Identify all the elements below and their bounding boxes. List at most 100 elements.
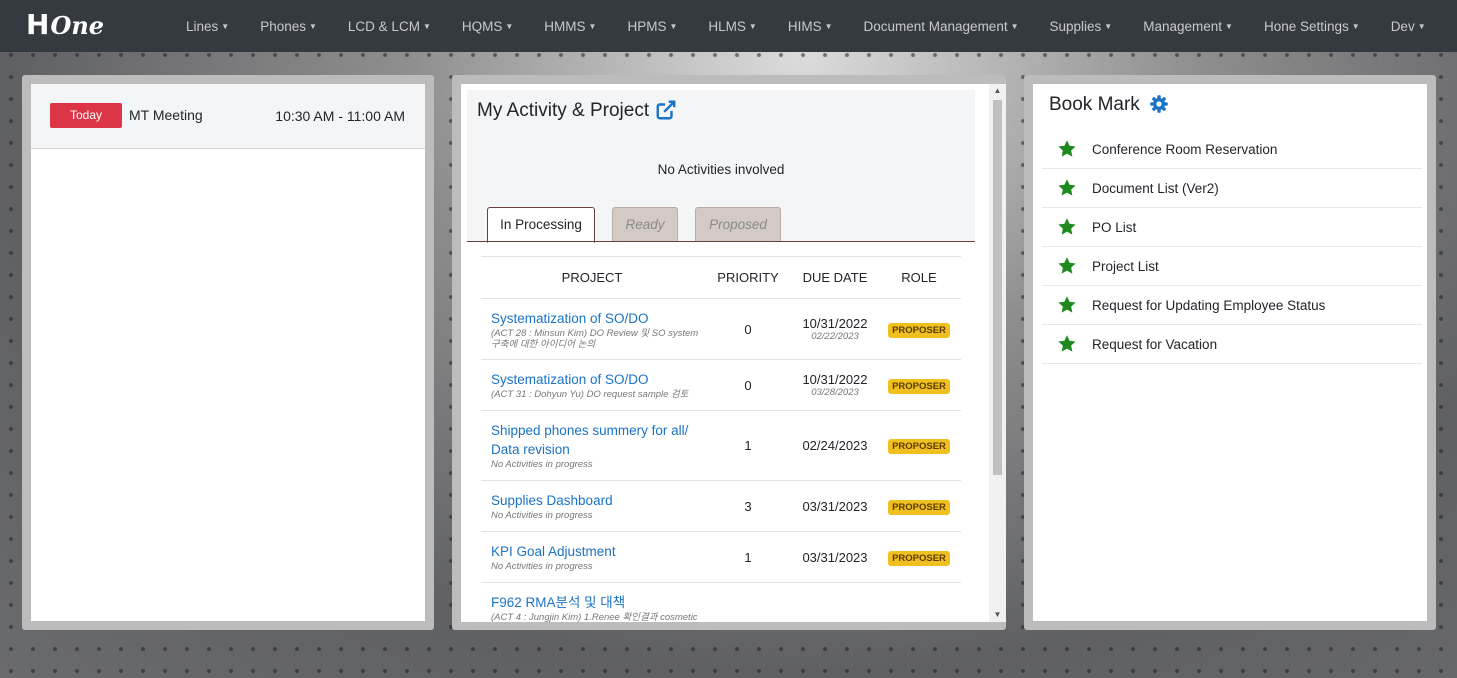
bookmark-item[interactable]: Project List (1042, 247, 1422, 286)
project-activity-note: No Activities in progress (491, 459, 593, 470)
project-activity-note: (ACT 28 : Minsun Kim) DO Review 및 SO sys… (491, 327, 699, 350)
scroll-up-arrow-icon[interactable]: ▲ (989, 84, 1006, 98)
scrollbar-thumb[interactable] (993, 100, 1002, 475)
project-cell: Systematization of SO/DO (ACT 28 : Minsu… (481, 298, 703, 360)
star-icon (1058, 140, 1076, 157)
bookmark-item[interactable]: Conference Room Reservation (1042, 130, 1422, 169)
project-cell: Systematization of SO/DO (ACT 31 : Dohyu… (481, 359, 703, 411)
bookmark-label: Request for Vacation (1092, 336, 1218, 352)
no-activities-text: No Activities involved (657, 162, 785, 177)
priority-cell: 0 (703, 359, 793, 411)
activity-panel: My Activity & Project No Activities invo… (452, 75, 1006, 630)
external-link-icon[interactable] (655, 99, 677, 121)
bookmark-card: Book Mark Conference Room Reservation Do… (1033, 84, 1427, 621)
scroll-down-arrow-icon[interactable]: ▼ (989, 608, 1006, 622)
column-due-date[interactable]: DUE DATE (793, 256, 877, 299)
schedule-card: Today MT Meeting 10:30 AM - 11:00 AM (31, 84, 425, 621)
project-cell: Supplies Dashboard No Activities in prog… (481, 480, 703, 532)
priority-cell: 3 (703, 480, 793, 532)
caret-down-icon: ▼ (669, 21, 678, 31)
column-project[interactable]: PROJECT (481, 256, 703, 299)
column-priority[interactable]: PRIORITY (703, 256, 793, 299)
nav-item-hqms[interactable]: HQMS ▼ (462, 19, 513, 34)
activity-content: My Activity & Project No Activities invo… (467, 90, 975, 622)
caret-down-icon: ▼ (221, 21, 230, 31)
bookmark-item[interactable]: PO List (1042, 208, 1422, 247)
bookmark-item[interactable]: Request for Updating Employee Status (1042, 286, 1422, 325)
project-cell: Shipped phones summery for all/ Data rev… (481, 410, 703, 481)
activity-header: My Activity & Project No Activities invo… (467, 90, 975, 243)
nav-item-supplies[interactable]: Supplies ▼ (1050, 19, 1113, 34)
nav-item-phones[interactable]: Phones ▼ (260, 19, 317, 34)
bookmark-label: Project List (1092, 258, 1159, 274)
gear-icon[interactable] (1149, 94, 1169, 114)
project-link[interactable]: Systematization of SO/DO (491, 309, 702, 328)
due-date-cell (793, 582, 877, 622)
project-activity-note: (ACT 31 : Dohyun Yu) DO request sample 검… (491, 389, 689, 400)
table-row: Systematization of SO/DO (ACT 28 : Minsu… (481, 298, 961, 360)
due-date-cell: 10/31/2022 02/22/2023 (793, 298, 877, 360)
due-date: 10/31/2022 (802, 372, 868, 387)
role-cell: PROPOSER (877, 410, 961, 481)
bookmark-item[interactable]: Document List (Ver2) (1042, 169, 1422, 208)
bookmark-label: PO List (1092, 219, 1137, 235)
project-link[interactable]: Supplies Dashboard (491, 491, 702, 510)
due-date: 10/31/2022 (802, 316, 868, 331)
nav-item-hmms[interactable]: HMMS ▼ (544, 19, 596, 34)
role-badge: PROPOSER (888, 499, 950, 515)
brand-logo[interactable]: HOne (26, 8, 104, 41)
nav-item-management[interactable]: Management ▼ (1143, 19, 1233, 34)
priority-cell (703, 582, 793, 622)
schedule-item[interactable]: Today MT Meeting 10:30 AM - 11:00 AM (31, 84, 425, 149)
column-role[interactable]: ROLE (877, 256, 961, 299)
brand-h: H (26, 8, 50, 41)
activity-due-date: 02/22/2023 (811, 331, 859, 342)
bookmark-panel: Book Mark Conference Room Reservation Do… (1024, 75, 1436, 630)
tab-proposed[interactable]: Proposed (695, 207, 781, 242)
star-icon (1058, 335, 1076, 352)
nav-item-lcd-lcm[interactable]: LCD & LCM ▼ (348, 19, 431, 34)
role-badge: PROPOSER (888, 322, 950, 338)
project-link[interactable]: Systematization of SO/DO (491, 370, 702, 389)
tab-in-processing[interactable]: In Processing (487, 207, 595, 243)
nav-item-dev[interactable]: Dev ▼ (1391, 19, 1426, 34)
due-date: 03/31/2023 (802, 549, 868, 565)
bookmark-label: Document List (Ver2) (1092, 180, 1219, 196)
tabs-divider (467, 241, 975, 242)
project-cell: KPI Goal Adjustment No Activities in pro… (481, 531, 703, 583)
star-icon (1058, 179, 1076, 196)
nav-item-hims[interactable]: HIMS ▼ (788, 19, 833, 34)
caret-down-icon: ▼ (824, 21, 833, 31)
project-activity-note: No Activities in progress (491, 510, 593, 521)
activity-card[interactable]: My Activity & Project No Activities invo… (461, 84, 1006, 622)
nav-item-hlms[interactable]: HLMS ▼ (708, 19, 756, 34)
table-row: Shipped phones summery for all/ Data rev… (481, 410, 961, 481)
role-cell: PROPOSER (877, 480, 961, 532)
role-badge: PROPOSER (888, 378, 950, 394)
tab-ready[interactable]: Ready (612, 207, 678, 242)
brand-one: One (50, 11, 105, 40)
nav-item-document-management[interactable]: Document Management ▼ (864, 19, 1019, 34)
project-activity-note: No Activities in progress (491, 561, 593, 572)
nav-item-hpms[interactable]: HPMS ▼ (627, 19, 677, 34)
project-link[interactable]: F962 RMA분석 및 대책 (491, 593, 702, 612)
due-date-cell: 03/31/2023 (793, 480, 877, 532)
nav-item-lines[interactable]: Lines ▼ (186, 19, 229, 34)
caret-down-icon: ▼ (309, 21, 317, 31)
due-date-cell: 02/24/2023 (793, 410, 877, 481)
activity-title: My Activity & Project (477, 100, 650, 121)
activity-due-date: 03/28/2023 (811, 387, 859, 398)
role-cell: PROPOSER (877, 531, 961, 583)
project-link[interactable]: Shipped phones summery for all/ Data rev… (491, 421, 696, 459)
caret-down-icon: ▼ (588, 21, 597, 31)
role-cell: PROPOSER (877, 359, 961, 411)
bookmark-item[interactable]: Request for Vacation (1042, 325, 1422, 364)
project-link[interactable]: KPI Goal Adjustment (491, 542, 702, 561)
due-date-cell: 03/31/2023 (793, 531, 877, 583)
caret-down-icon: ▼ (1351, 21, 1360, 31)
activity-scrollbar[interactable]: ▲ ▼ (989, 84, 1006, 622)
caret-down-icon: ▼ (1010, 21, 1019, 31)
project-activity-note: (ACT 4 : Jungjin Kim) 1.Renee 확인결과 cosme… (491, 612, 698, 622)
nav-item-hone-settings[interactable]: Hone Settings ▼ (1264, 19, 1360, 34)
meeting-time: 10:30 AM - 11:00 AM (275, 108, 405, 124)
